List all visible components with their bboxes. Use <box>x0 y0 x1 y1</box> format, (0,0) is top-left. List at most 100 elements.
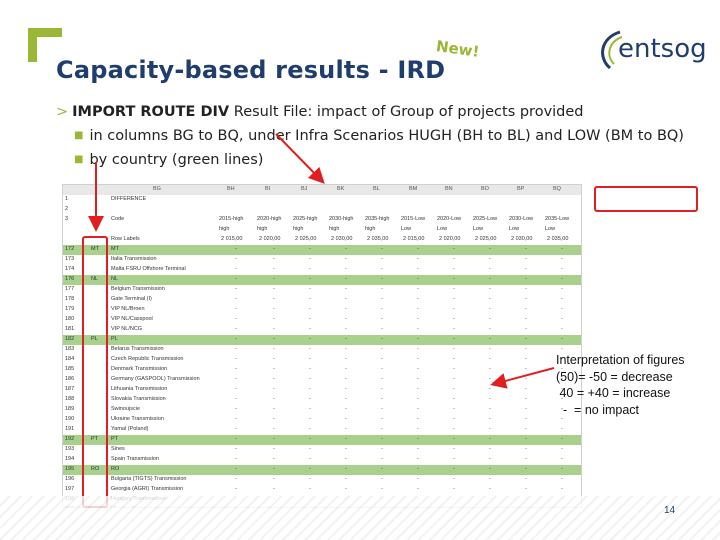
cell-value: - <box>417 416 419 422</box>
cell-value: - <box>525 276 527 282</box>
cell-value: - <box>345 316 347 322</box>
cell-value: - <box>235 466 237 472</box>
column-letter: BL <box>373 186 380 192</box>
cell-value: - <box>525 366 527 372</box>
level-header: Low <box>545 226 556 232</box>
cell-value: - <box>453 266 455 272</box>
cell-value: - <box>235 456 237 462</box>
cell-value: - <box>561 296 563 302</box>
cell-value: - <box>525 376 527 382</box>
row-label: Czech Republic Transmission <box>111 356 184 362</box>
cell-value: - <box>525 416 527 422</box>
cell-value: - <box>235 366 237 372</box>
year-header: 2 015,00 <box>403 236 425 242</box>
level-header: high <box>365 226 376 232</box>
row-number: 177 <box>65 286 75 292</box>
cell-value: - <box>489 416 491 422</box>
cell-value: - <box>525 306 527 312</box>
table-row: 177 Belgium Transmission - - - - - - - - - - <box>63 285 581 295</box>
cell-value: - <box>273 436 275 442</box>
table-row: 173 Italia Transmission - - - - - - - - - - <box>63 255 581 265</box>
row-label: VIP NL/NCG <box>111 326 143 332</box>
row-labels-label: Row Labels <box>111 236 140 242</box>
cell-value: - <box>525 456 527 462</box>
table-row: 189 Swinoujscie - - - - - - - - - - <box>63 405 581 415</box>
cell-value: - <box>489 456 491 462</box>
cell-value: - <box>273 306 275 312</box>
cell-value: - <box>561 476 563 482</box>
cell-value: - <box>345 436 347 442</box>
cell-value: - <box>453 416 455 422</box>
footer-stripes <box>0 496 720 540</box>
row-label: VIP NL/Broen <box>111 306 145 312</box>
difference-label: DIFFERENCE <box>111 196 147 202</box>
row-number: 182 <box>65 336 75 342</box>
scenario-header: 2025-Low <box>473 216 498 222</box>
row-label: RO <box>111 466 120 472</box>
cell-value: - <box>345 406 347 412</box>
cell-value: - <box>309 316 311 322</box>
cell-value: - <box>309 326 311 332</box>
cell-value: - <box>489 386 491 392</box>
square-bullet-icon: ■ <box>74 130 84 141</box>
table-row: 197 Georgia (AGRI) Transmission - - - - - - - - - - <box>63 485 581 495</box>
cell-value: - <box>453 366 455 372</box>
cell-value: - <box>453 246 455 252</box>
table-row: 181 VIP NL/NCG - - - - - - - - - - <box>63 325 581 335</box>
row-number: 176 <box>65 276 75 282</box>
cell-value: - <box>561 256 563 262</box>
cell-value: - <box>453 306 455 312</box>
cell-value: - <box>309 486 311 492</box>
row-number: 187 <box>65 386 75 392</box>
cell-value: - <box>561 336 563 342</box>
column-letter: BO <box>481 186 489 192</box>
row-number: 190 <box>65 416 75 422</box>
table-row: 180 VIP NL/Casspool - - - - - - - - - - <box>63 315 581 325</box>
cell-value: - <box>453 456 455 462</box>
cell-value: - <box>417 376 419 382</box>
row-number: 183 <box>65 346 75 352</box>
cell-value: - <box>561 306 563 312</box>
year-header: 2 020,00 <box>259 236 281 242</box>
row-label: Belgium Transmission <box>111 286 165 292</box>
cell-value: - <box>345 346 347 352</box>
row-label: Yamal (Poland) <box>111 426 149 432</box>
row-label: Denmark Transmission <box>111 366 168 372</box>
scenario-header: 2025-high <box>293 216 318 222</box>
row-number: 189 <box>65 406 75 412</box>
cell-value: - <box>561 286 563 292</box>
cell-value: - <box>309 436 311 442</box>
page-number: 14 <box>664 505 676 516</box>
bullet-text: by country (green lines) <box>89 152 264 168</box>
cell-value: - <box>235 306 237 312</box>
cell-value: - <box>417 346 419 352</box>
scenario-header: 2030-Low <box>509 216 534 222</box>
cell-value: - <box>309 266 311 272</box>
row-number: 179 <box>65 306 75 312</box>
level-header: high <box>329 226 340 232</box>
cell-value: - <box>345 466 347 472</box>
cell-value: - <box>417 396 419 402</box>
cell-value: - <box>273 446 275 452</box>
cell-value: - <box>561 316 563 322</box>
level-header: high <box>219 226 230 232</box>
cell-value: - <box>345 446 347 452</box>
cell-value: - <box>273 396 275 402</box>
cell-value: - <box>417 316 419 322</box>
cell-value: - <box>381 356 383 362</box>
cell-value: - <box>309 406 311 412</box>
level-header: high <box>293 226 304 232</box>
cell-value: - <box>273 286 275 292</box>
column-letter: BG <box>153 186 161 192</box>
cell-value: - <box>309 366 311 372</box>
cell-value: - <box>345 336 347 342</box>
cell-value: - <box>381 466 383 472</box>
cell-value: - <box>525 336 527 342</box>
row-number: 186 <box>65 376 75 382</box>
table-row: 190 Ukraine Transmission - - - - - - - - - - <box>63 415 581 425</box>
cell-value: - <box>235 416 237 422</box>
cell-value: - <box>525 266 527 272</box>
cell-value: - <box>273 386 275 392</box>
cell-value: - <box>273 456 275 462</box>
cell-value: - <box>345 266 347 272</box>
